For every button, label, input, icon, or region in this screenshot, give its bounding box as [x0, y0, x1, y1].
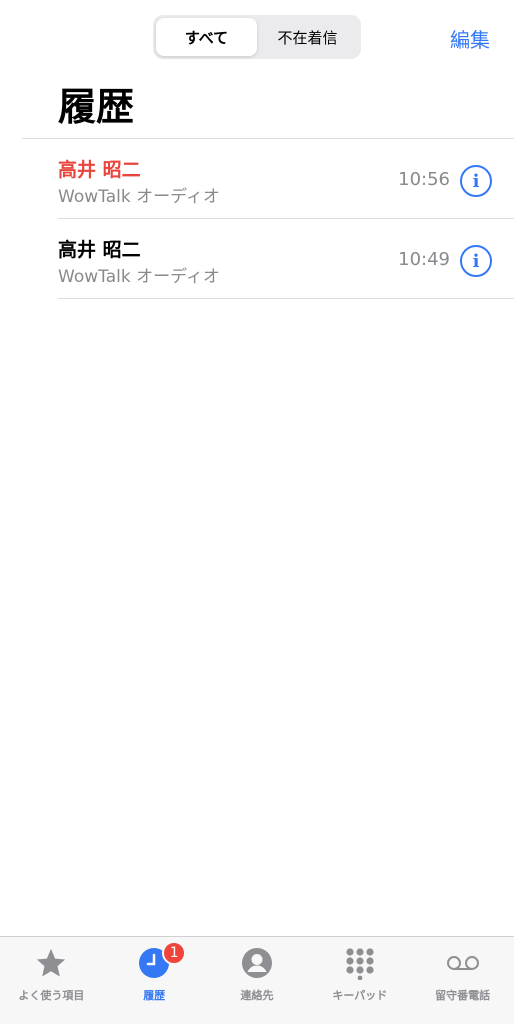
person-icon	[239, 945, 275, 981]
caller-name: 高井 昭二	[58, 239, 141, 261]
tab-label: 留守番電話	[435, 989, 491, 1002]
tab-label: よく使う項目	[18, 989, 85, 1002]
call-type: WowTalk オーディオ	[58, 187, 220, 207]
caller-name: 高井 昭二	[58, 159, 141, 181]
tab-favorites[interactable]: よく使う項目	[0, 937, 103, 1024]
tab-contacts[interactable]: 連絡先	[206, 937, 309, 1024]
call-time: 10:49	[398, 249, 450, 270]
call-time: 10:56	[398, 169, 450, 190]
divider	[58, 298, 514, 299]
tab-label: 連絡先	[240, 989, 274, 1002]
tab-bar: よく使う項目 1 履歴 連絡先 キーパッド 留守番電話	[0, 936, 514, 1024]
tab-recents[interactable]: 1 履歴	[103, 937, 206, 1024]
filter-segmented-control: すべて 不在着信	[153, 15, 361, 59]
info-icon[interactable]: i	[460, 165, 492, 197]
recents-list: 高井 昭二 WowTalk オーディオ 10:56 i 高井 昭二 WowTal…	[0, 139, 514, 299]
voicemail-icon	[445, 945, 481, 981]
tab-voicemail[interactable]: 留守番電話	[411, 937, 514, 1024]
segment-all[interactable]: すべて	[156, 18, 257, 56]
list-item[interactable]: 高井 昭二 WowTalk オーディオ 10:49 i	[0, 219, 514, 299]
unread-badge: 1	[162, 941, 187, 965]
info-icon[interactable]: i	[460, 245, 492, 277]
tab-label: キーパッド	[332, 989, 388, 1002]
edit-button[interactable]: 編集	[450, 24, 490, 53]
call-type: WowTalk オーディオ	[58, 267, 220, 287]
tab-label: 履歴	[143, 989, 166, 1002]
tab-keypad[interactable]: キーパッド	[308, 937, 411, 1024]
clock-icon: 1	[136, 941, 187, 981]
list-item[interactable]: 高井 昭二 WowTalk オーディオ 10:56 i	[0, 139, 514, 219]
keypad-icon	[342, 945, 378, 981]
segment-missed[interactable]: 不在着信	[257, 18, 358, 56]
page-title: 履歴	[58, 85, 135, 129]
star-icon	[33, 945, 69, 981]
